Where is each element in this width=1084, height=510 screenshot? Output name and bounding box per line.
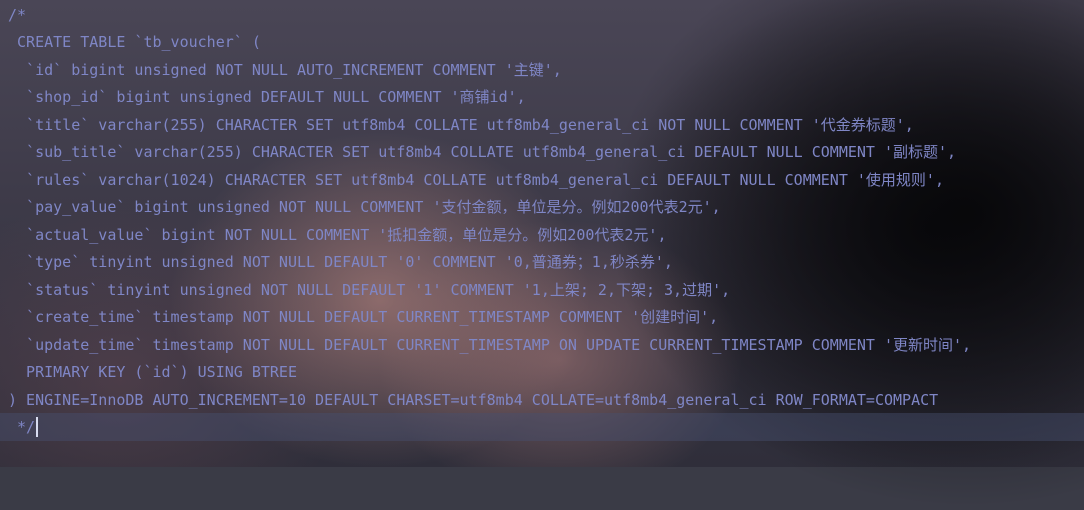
code-line[interactable]: `pay_value` bigint unsigned NOT NULL COM… [8,194,721,221]
code-line[interactable]: `title` varchar(255) CHARACTER SET utf8m… [8,112,914,139]
code-line[interactable]: `status` tinyint unsigned NOT NULL DEFAU… [8,277,730,304]
code-editor[interactable]: /* CREATE TABLE `tb_voucher` ( `id` bigi… [0,0,1084,467]
code-line[interactable]: `id` bigint unsigned NOT NULL AUTO_INCRE… [8,57,562,84]
code-line[interactable]: `actual_value` bigint NOT NULL COMMENT '… [8,222,666,249]
code-line[interactable]: CREATE TABLE `tb_voucher` ( [8,29,261,56]
code-line[interactable]: `shop_id` bigint unsigned DEFAULT NULL C… [8,84,526,111]
code-line[interactable]: /* [8,2,26,29]
code-line[interactable]: `type` tinyint unsigned NOT NULL DEFAULT… [8,249,673,276]
code-line[interactable]: `create_time` timestamp NOT NULL DEFAULT… [8,304,718,331]
code-line[interactable]: */ [8,414,35,441]
code-line[interactable]: `update_time` timestamp NOT NULL DEFAULT… [8,332,971,359]
code-line[interactable]: PRIMARY KEY (`id`) USING BTREE [8,359,297,386]
code-line[interactable]: ) ENGINE=InnoDB AUTO_INCREMENT=10 DEFAUL… [8,387,938,414]
text-caret [36,417,38,437]
code-line[interactable]: `rules` varchar(1024) CHARACTER SET utf8… [8,167,944,194]
code-line[interactable]: `sub_title` varchar(255) CHARACTER SET u… [8,139,956,166]
